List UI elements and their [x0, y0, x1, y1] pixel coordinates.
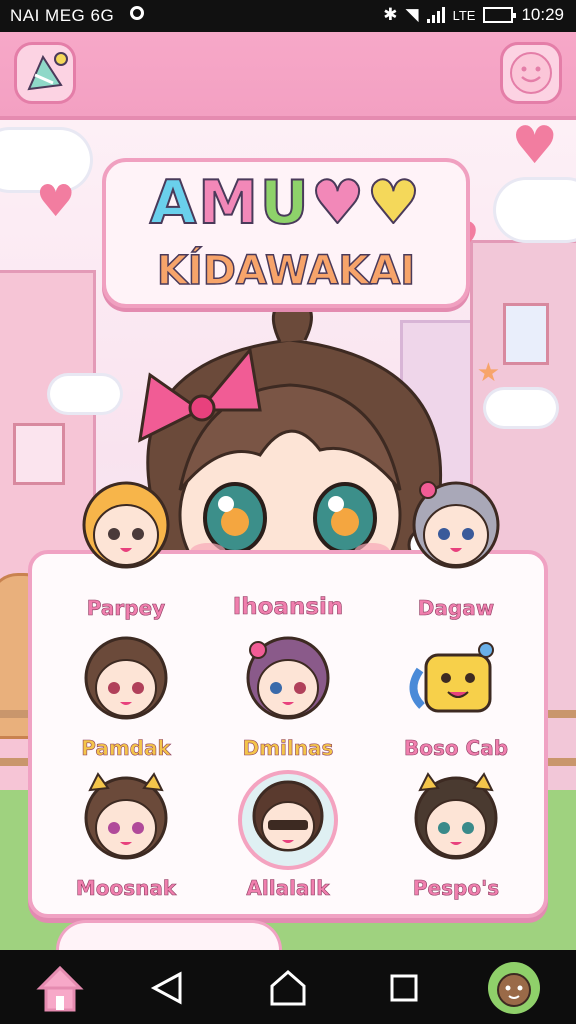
- character-card-featured[interactable]: Ihoansin: [204, 470, 372, 621]
- notification-icon: [130, 6, 144, 20]
- character-card[interactable]: Pespo's: [372, 770, 540, 900]
- status-bar: NAI MEG 6G ✱ ◥ LTE 10:29: [0, 0, 576, 32]
- character-portrait: [84, 636, 168, 720]
- recents-square-icon: [390, 974, 418, 1002]
- game-logo: AMU♥♥ KÍDAWAKAI: [102, 158, 470, 308]
- back-triangle-icon: [150, 971, 182, 1005]
- battery-icon: [483, 7, 517, 23]
- top-app-bar: [0, 32, 576, 120]
- character-portrait: [84, 772, 168, 860]
- character-card[interactable]: Dmilnas: [204, 630, 372, 760]
- home-icon: [36, 965, 84, 1012]
- avatar-button[interactable]: [486, 960, 542, 1016]
- character-name: Pespo's: [412, 876, 500, 901]
- character-name: Moosnak: [75, 876, 177, 901]
- back-button[interactable]: [140, 960, 196, 1016]
- logo-subtitle: KÍDAWAKAI: [156, 247, 416, 295]
- recents-button[interactable]: [376, 960, 432, 1016]
- character-portrait: [412, 481, 500, 569]
- profile-button[interactable]: [500, 42, 562, 104]
- character-portrait: [414, 772, 498, 860]
- heart-icon: ♥: [36, 176, 76, 227]
- star-icon: ★: [476, 358, 500, 388]
- character-name: Pamdak: [81, 736, 171, 761]
- menu-button[interactable]: [14, 42, 76, 104]
- smiley-face-icon: [510, 52, 552, 94]
- character-portrait: [246, 636, 330, 720]
- character-card[interactable]: Dagaw: [372, 470, 540, 620]
- logo-letter: ♥: [365, 167, 423, 239]
- character-name: Parpey: [86, 596, 166, 621]
- cloud: [486, 390, 556, 426]
- character-card[interactable]: Boso Cab: [372, 630, 540, 760]
- status-icons: ✱ ◥ LTE 10:29: [383, 5, 564, 25]
- profile-avatar-icon: [488, 962, 540, 1014]
- clock: 10:29: [521, 5, 564, 24]
- character-card-selected[interactable]: Allalalk: [204, 770, 372, 900]
- heart-icon: ♥: [511, 120, 558, 176]
- wifi-icon: ◥: [405, 5, 419, 24]
- character-portrait: [409, 642, 494, 713]
- character-name: Dagaw: [417, 596, 495, 621]
- home-circle-icon: [270, 970, 306, 1006]
- network-type-label: LTE: [452, 7, 476, 23]
- character-portrait: [82, 481, 170, 569]
- home-nav-button[interactable]: [260, 960, 316, 1016]
- character-name: Allalalk: [246, 876, 330, 901]
- character-card[interactable]: Pamdak: [42, 630, 210, 760]
- system-nav-bar: [0, 950, 576, 1024]
- logo-letter: M: [197, 167, 260, 239]
- cloud: [496, 180, 576, 240]
- character-portrait: [238, 770, 338, 870]
- character-card[interactable]: Parpey: [42, 470, 210, 620]
- signal-icon: [426, 7, 445, 23]
- logo-letter: ♥: [310, 167, 367, 239]
- character-name: Boso Cab: [403, 736, 509, 761]
- carrier-text: NAI MEG 6G: [10, 6, 115, 25]
- party-hat-icon: [27, 52, 68, 91]
- character-name: Ihoansin: [232, 594, 344, 621]
- character-card[interactable]: Moosnak: [42, 770, 210, 900]
- bluetooth-icon: ✱: [383, 5, 398, 24]
- logo-letter: U: [259, 167, 311, 239]
- logo-title: AMU♥♥: [116, 167, 456, 239]
- logo-letter: A: [149, 167, 199, 239]
- house-window: [503, 303, 549, 365]
- home-button[interactable]: [32, 960, 88, 1016]
- character-name: Dmilnas: [242, 736, 334, 761]
